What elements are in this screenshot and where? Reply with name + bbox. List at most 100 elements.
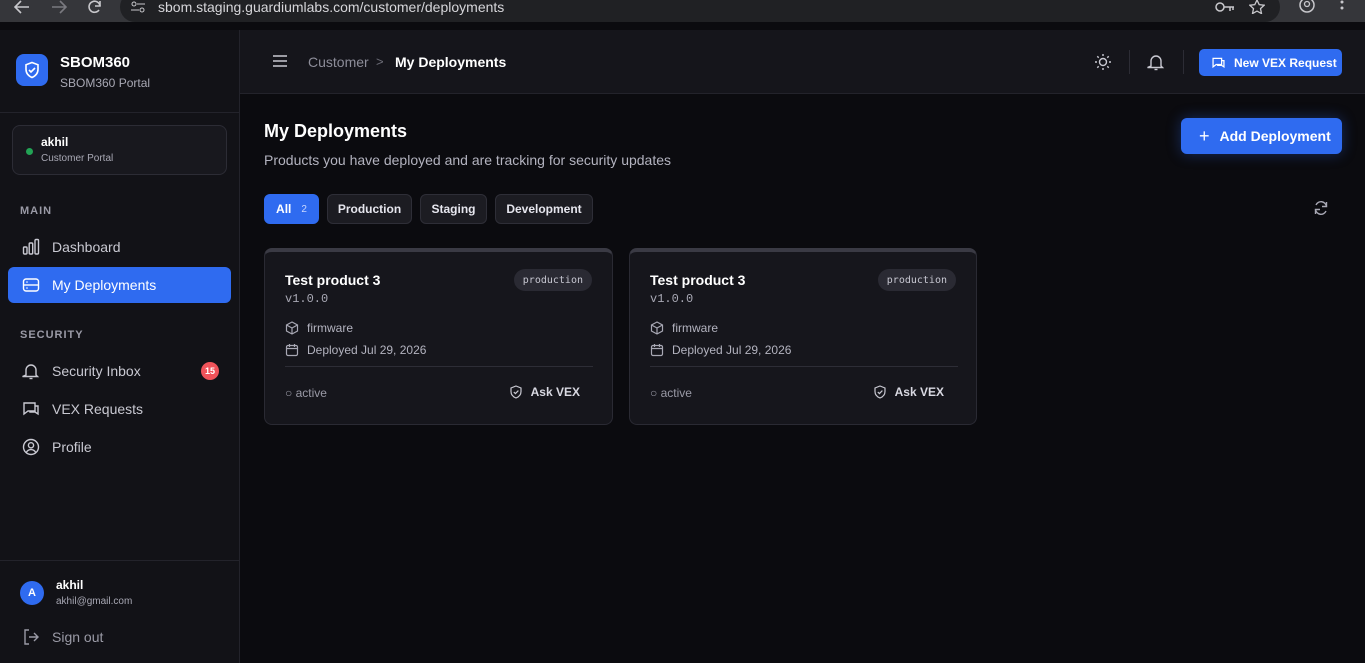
user-card-name: akhil: [41, 135, 69, 149]
message-icon: [1211, 56, 1226, 70]
sign-out-label: Sign out: [52, 629, 104, 645]
ask-vex-label: Ask VEX: [894, 385, 944, 399]
product-type-label: firmware: [672, 321, 719, 335]
bar-chart-icon: [22, 238, 40, 256]
deployed-date: Deployed Jul 29, 2026: [650, 343, 791, 357]
product-version: v1.0.0: [285, 292, 329, 306]
divider: [285, 366, 593, 367]
filter-label: Staging: [431, 202, 476, 216]
environment-badge: production: [513, 269, 592, 291]
bookmark-star-icon[interactable]: [1248, 0, 1266, 19]
divider: [650, 366, 958, 367]
notifications-bell-icon[interactable]: [1146, 52, 1166, 72]
key-icon[interactable]: [1215, 0, 1235, 18]
divider: [0, 560, 239, 561]
url-text[interactable]: sbom.staging.guardiumlabs.com/customer/d…: [158, 0, 504, 14]
divider: [1129, 50, 1130, 74]
product-type: firmware: [285, 321, 353, 335]
section-label-main: MAIN: [20, 205, 53, 217]
ask-vex-button[interactable]: Ask VEX: [873, 385, 944, 399]
divider: [0, 112, 239, 113]
refresh-icon[interactable]: [1313, 200, 1329, 221]
server-icon: [22, 276, 40, 294]
user-card-role: Customer Portal: [41, 153, 114, 164]
unread-count-badge: 15: [201, 362, 219, 380]
new-vex-request-button[interactable]: New VEX Request: [1199, 49, 1342, 76]
package-icon: [650, 321, 664, 335]
shield-check-icon: [873, 385, 887, 399]
divider: [1183, 50, 1184, 74]
deployed-date: Deployed Jul 29, 2026: [285, 343, 426, 357]
hamburger-menu-icon[interactable]: [272, 54, 288, 73]
sidebar-item-security-inbox[interactable]: Security Inbox 15: [8, 353, 231, 389]
deployment-card[interactable]: Test product 3 v1.0.0 production firmwar…: [629, 248, 977, 425]
ask-vex-label: Ask VEX: [530, 385, 580, 399]
theme-toggle-sun-icon[interactable]: [1093, 52, 1113, 72]
site-settings-icon[interactable]: [130, 0, 146, 18]
deployed-date-label: Deployed Jul 29, 2026: [672, 343, 792, 357]
reload-icon[interactable]: [87, 0, 103, 14]
breadcrumb-current: My Deployments: [395, 54, 507, 70]
sidebar-item-profile[interactable]: Profile: [8, 429, 231, 465]
account-icon[interactable]: [1298, 0, 1316, 19]
bell-icon: [22, 362, 40, 380]
filter-tab-production[interactable]: Production: [327, 194, 412, 224]
filter-count: 2: [301, 203, 307, 215]
status-badge: ○ active: [285, 386, 327, 400]
sign-out-button[interactable]: Sign out: [8, 619, 231, 655]
sidebar-item-label: VEX Requests: [52, 401, 144, 417]
status-badge: ○ active: [650, 386, 692, 400]
ask-vex-button[interactable]: Ask VEX: [509, 385, 580, 399]
browser-toolbar: sbom.staging.guardiumlabs.com/customer/d…: [0, 0, 1365, 22]
add-deployment-button[interactable]: + Add Deployment: [1181, 118, 1342, 154]
sign-out-icon: [22, 628, 40, 646]
filter-tab-all[interactable]: All 2: [264, 194, 319, 224]
filter-label: Development: [506, 202, 582, 216]
filter-tab-development[interactable]: Development: [495, 194, 593, 224]
sidebar-item-label: Dashboard: [52, 239, 121, 255]
calendar-icon: [650, 343, 664, 357]
message-icon: [22, 400, 40, 418]
sidebar: SBOM360 SBOM360 Portal akhil Customer Po…: [0, 30, 240, 663]
shield-check-icon: [509, 385, 523, 399]
package-icon: [285, 321, 299, 335]
menu-kebab-icon[interactable]: [1340, 0, 1344, 19]
filter-label: Production: [337, 202, 402, 216]
calendar-icon: [285, 343, 299, 357]
brand-subtitle: SBOM360 Portal: [60, 76, 151, 90]
sidebar-item-label: My Deployments: [52, 277, 157, 293]
footer-user-email: akhil@gmail.com: [56, 596, 133, 607]
add-deployment-label: Add Deployment: [1219, 128, 1331, 144]
environment-badge: production: [877, 269, 956, 291]
sidebar-item-label: Profile: [52, 439, 92, 455]
back-icon[interactable]: [13, 0, 30, 14]
filter-label: All: [276, 202, 292, 216]
avatar[interactable]: A: [20, 581, 44, 605]
page-title: My Deployments: [264, 121, 408, 141]
product-name: Test product 3: [285, 272, 381, 288]
online-status-dot: [26, 148, 33, 155]
breadcrumb-root[interactable]: Customer: [308, 54, 369, 70]
sidebar-item-label: Security Inbox: [52, 363, 141, 379]
plus-icon: +: [1199, 125, 1210, 146]
breadcrumb-separator: >: [376, 54, 384, 69]
footer-user-name: akhil: [56, 578, 84, 592]
product-type-label: firmware: [307, 321, 354, 335]
product-version: v1.0.0: [650, 292, 694, 306]
sidebar-item-dashboard[interactable]: Dashboard: [8, 229, 231, 265]
deployment-card[interactable]: Test product 3 v1.0.0 production firmwar…: [264, 248, 613, 425]
section-label-security: SECURITY: [20, 329, 84, 341]
product-type: firmware: [650, 321, 718, 335]
user-circle-icon: [22, 438, 40, 456]
shield-logo-icon: [16, 54, 48, 86]
filter-tab-staging[interactable]: Staging: [420, 194, 487, 224]
top-header: Customer > My Deployments New VEX Reques…: [240, 30, 1365, 94]
user-card[interactable]: akhil Customer Portal: [12, 125, 227, 175]
deployed-date-label: Deployed Jul 29, 2026: [307, 343, 427, 357]
new-vex-request-label: New VEX Request: [1234, 55, 1337, 70]
page-subtitle: Products you have deployed and are track…: [264, 152, 672, 168]
sidebar-item-my-deployments[interactable]: My Deployments: [8, 267, 231, 303]
forward-icon[interactable]: [51, 0, 68, 14]
brand-title: SBOM360: [60, 54, 131, 71]
sidebar-item-vex-requests[interactable]: VEX Requests: [8, 391, 231, 427]
